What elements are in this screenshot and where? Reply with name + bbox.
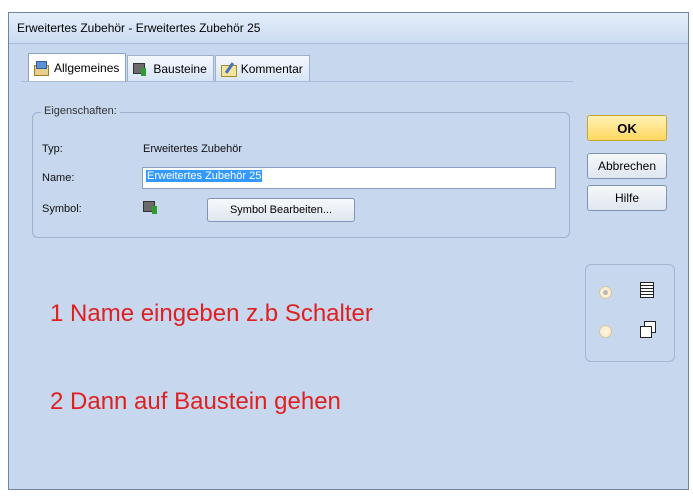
window-title: Erweitertes Zubehör - Erweitertes Zubehö… <box>17 21 261 35</box>
blocks-icon <box>132 61 150 77</box>
edit-symbol-button[interactable]: Symbol Bearbeiten... <box>207 198 355 222</box>
tab-kommentar[interactable]: Kommentar <box>214 55 310 81</box>
type-value: Erweitertes Zubehör <box>143 143 243 155</box>
properties-group-title: Eigenschaften: <box>41 105 120 117</box>
accessory-symbol-icon <box>143 200 161 216</box>
general-properties-icon <box>33 60 51 76</box>
tab-label: Allgemeines <box>54 60 120 75</box>
comment-icon <box>220 61 238 77</box>
tab-bausteine[interactable]: Bausteine <box>127 55 214 81</box>
symbol-label: Symbol: <box>42 203 82 215</box>
tab-panel-allgemeines: Eigenschaften: Typ: Erweitertes Zubehör … <box>21 81 573 500</box>
name-label: Name: <box>42 172 75 184</box>
tab-strip: Allgemeines Bausteine Kommentar <box>28 53 311 81</box>
pages-view-radio[interactable] <box>599 325 612 338</box>
help-button[interactable]: Hilfe <box>587 185 667 211</box>
name-input-value: Erweitertes Zubehör 25 <box>146 170 263 182</box>
title-bar[interactable]: Erweitertes Zubehör - Erweitertes Zubehö… <box>9 13 688 44</box>
list-view-radio[interactable] <box>599 286 612 299</box>
cancel-button[interactable]: Abbrechen <box>587 153 667 179</box>
dialog-window: Erweitertes Zubehör - Erweitertes Zubehö… <box>8 12 689 490</box>
tab-label: Bausteine <box>153 61 207 76</box>
ok-button[interactable]: OK <box>587 115 667 141</box>
tab-label: Kommentar <box>240 61 303 76</box>
annotation-step-2: 2 Dann auf Baustein gehen <box>50 388 341 415</box>
tab-allgemeines[interactable]: Allgemeines <box>28 53 127 81</box>
dialog-client-area: Allgemeines Bausteine Kommentar Eigensch… <box>9 44 688 489</box>
type-label: Typ: <box>42 143 63 155</box>
name-input[interactable]: Erweitertes Zubehör 25 <box>142 167 556 189</box>
view-options-group <box>585 264 675 362</box>
annotation-step-1: 1 Name eingeben z.b Schalter <box>50 300 373 327</box>
list-view-icon <box>640 282 654 298</box>
properties-group: Eigenschaften: Typ: Erweitertes Zubehör … <box>32 105 570 238</box>
pages-view-icon <box>640 321 656 338</box>
